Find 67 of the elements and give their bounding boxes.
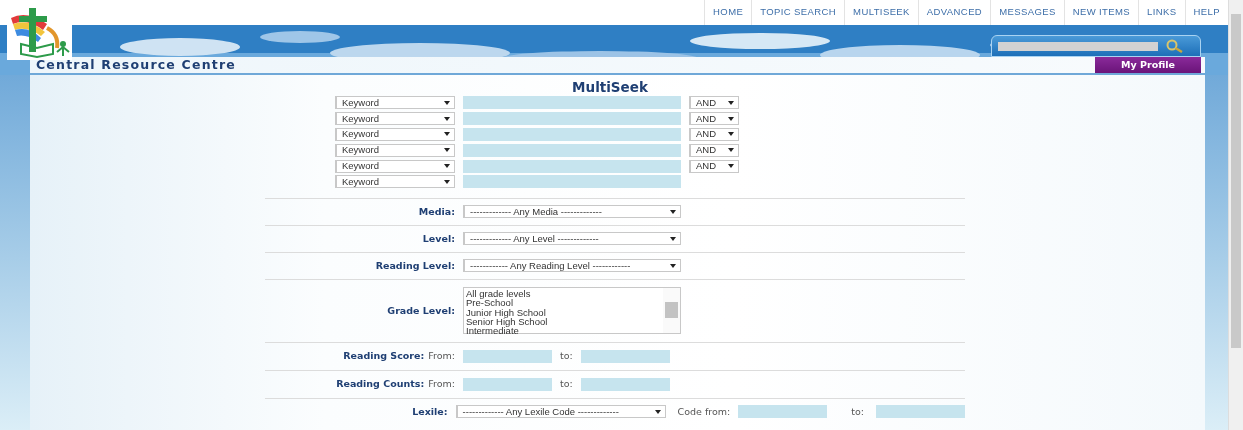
to-field[interactable] — [580, 349, 670, 363]
to-label: to: — [851, 404, 864, 419]
filter-label: Grade Level: — [387, 303, 455, 318]
caret-icon — [670, 263, 676, 268]
field-dropdown[interactable]: Keyword — [335, 143, 455, 157]
search-term-field[interactable] — [463, 159, 681, 173]
list-option[interactable]: Intermediate — [466, 326, 661, 336]
from-field[interactable] — [463, 377, 552, 391]
search-field[interactable] — [998, 41, 1158, 51]
operator-dropdown[interactable]: AND — [689, 128, 739, 141]
field-dropdown[interactable]: Keyword — [335, 159, 455, 173]
scrollbar[interactable] — [1228, 0, 1243, 430]
profile-button[interactable]: My Profile — [1095, 57, 1201, 73]
caret-icon — [444, 132, 450, 137]
field-dropdown[interactable]: Keyword — [335, 96, 455, 110]
operator-dropdown[interactable]: AND — [689, 112, 739, 126]
operator-dropdown[interactable]: AND — [689, 96, 739, 110]
filter-label: Reading Level: — [375, 258, 455, 273]
filter-label: Reading Counts: — [336, 377, 425, 392]
to-field[interactable] — [580, 377, 670, 391]
caret-icon — [670, 209, 676, 214]
search-term-field[interactable] — [463, 128, 681, 141]
caret-icon — [728, 100, 734, 105]
grade-listbox[interactable]: All grade levels Pre-School Junior High School Senior High School Intermediate — [463, 287, 681, 335]
search-term-field[interactable] — [463, 112, 681, 126]
field-dropdown[interactable]: Keyword — [335, 175, 455, 189]
caret-icon — [444, 100, 450, 105]
filter-label: Level: — [422, 231, 455, 246]
from-field[interactable] — [463, 349, 552, 363]
field-dropdown[interactable]: Keyword — [335, 128, 455, 141]
form-title: MultiSeek — [571, 79, 649, 95]
from-label: From: — [428, 377, 455, 392]
to-label: to: — [560, 377, 573, 392]
caret-icon — [728, 148, 734, 153]
site-title: Central Resource Centre — [35, 55, 236, 74]
caret-icon — [444, 164, 450, 169]
search-term-field[interactable] — [463, 175, 681, 189]
from-field[interactable] — [738, 405, 828, 419]
caret-icon — [728, 132, 734, 137]
listbox-scrollbar[interactable] — [663, 288, 680, 334]
from-label: Code from: — [677, 404, 731, 419]
caret-icon — [670, 236, 676, 241]
operator-dropdown[interactable]: AND — [689, 159, 739, 173]
filter-label: Reading Score: — [343, 349, 425, 364]
search-icon[interactable] — [1166, 39, 1184, 53]
caret-icon — [728, 116, 734, 121]
caret-icon — [444, 116, 450, 121]
operator-dropdown[interactable]: AND — [689, 143, 739, 157]
list-option[interactable]: All grade levels — [466, 289, 661, 299]
from-label: From: — [428, 349, 455, 364]
to-label: to: — [560, 349, 573, 364]
caret-icon — [444, 179, 450, 184]
caret-icon — [654, 409, 661, 414]
filter-dropdown[interactable]: ------------ Any Reading Level ------------ — [463, 259, 681, 273]
filter-label: Lexile: — [412, 404, 448, 419]
search-term-field[interactable] — [463, 96, 681, 110]
caret-icon — [444, 148, 450, 153]
caret-icon — [728, 164, 734, 169]
filter-dropdown[interactable]: ------------- Any Level ------------- — [463, 232, 681, 246]
to-field[interactable] — [876, 405, 965, 419]
list-option[interactable]: Junior High School — [466, 307, 661, 317]
list-option[interactable]: Pre-School — [466, 298, 661, 308]
filter-dropdown[interactable]: ------------- Any Media ------------- — [463, 205, 681, 219]
field-dropdown[interactable]: Keyword — [335, 112, 455, 126]
search-term-field[interactable] — [463, 143, 681, 157]
filter-dropdown[interactable]: ------------- Any Lexile Code ------------- — [455, 405, 666, 419]
filter-label: Media: — [418, 204, 455, 219]
